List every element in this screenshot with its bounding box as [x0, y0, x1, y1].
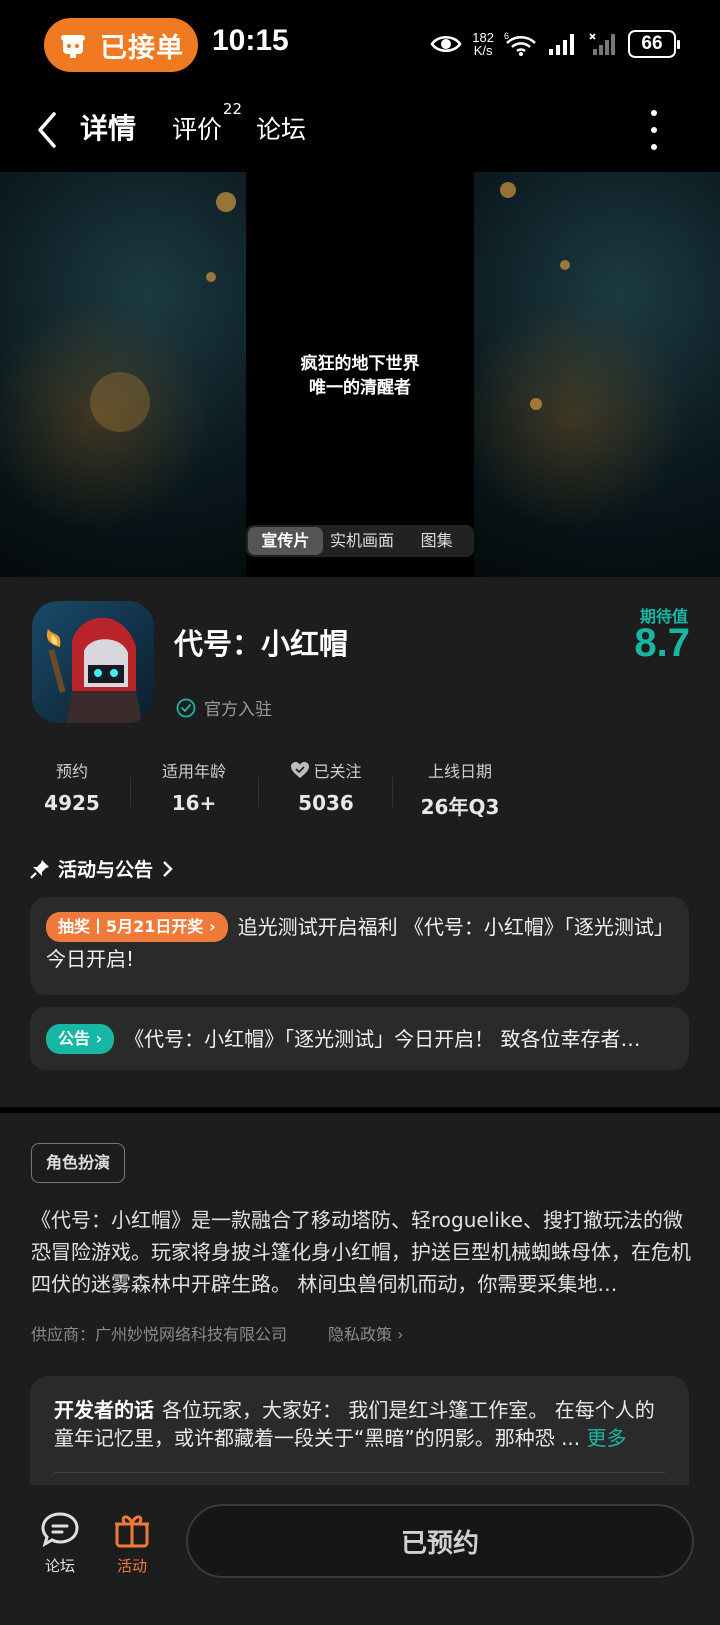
stat-value: 16+ — [171, 791, 217, 815]
game-title: 代号：小红帽 — [174, 627, 349, 661]
announcement-card-notice[interactable]: 公告 › 《代号：小红帽》「逐光测试」今日开启！ 致各位幸存者… — [30, 1007, 689, 1070]
announcements-title: 活动与公告 — [58, 859, 154, 881]
signal-icon — [549, 34, 574, 55]
privacy-policy-link[interactable]: 隐私政策 › — [328, 1321, 404, 1345]
stat-release-date: 上线日期 26年Q3 — [400, 759, 520, 820]
stat-label: 适用年龄 — [161, 762, 226, 781]
chevron-right-icon: › — [397, 1325, 404, 1344]
announcements-header[interactable]: 活动与公告 — [30, 855, 175, 882]
activity-label: 活动 — [116, 1557, 147, 1575]
top-nav: 详情 评价 22 论坛 — [0, 88, 720, 172]
forum-icon — [41, 1512, 79, 1548]
official-label: 官方入驻 — [204, 700, 272, 720]
chevron-right-icon — [163, 860, 173, 877]
review-count: 22 — [222, 100, 243, 118]
tab-details-label: 详情 — [80, 112, 137, 145]
expect-score: 8.7 — [634, 621, 690, 665]
activity-button[interactable]: 活动 — [102, 1511, 162, 1576]
media-tab-gallery[interactable]: 图集 — [399, 527, 474, 555]
genre-tag[interactable]: 角色扮演 — [31, 1143, 126, 1183]
media-tab-trailer[interactable]: 宣传片 — [248, 527, 323, 555]
verified-check-icon — [176, 698, 196, 717]
reserved-button[interactable]: 已预约 — [186, 1504, 694, 1578]
slogan-line-2: 唯一的清醒者 — [309, 378, 411, 398]
stat-reservations: 预约 4925 — [12, 759, 132, 815]
game-info-panel: 代号：小红帽 官方入驻 期待值 8.7 预约 4925 适用年龄 16+ 已关注 — [0, 577, 720, 1107]
net-speed: 182 K/s — [472, 31, 494, 57]
eye-icon — [430, 36, 462, 52]
bottom-action-bar: 论坛 活动 已预约 — [0, 1485, 720, 1625]
media-tabs: 宣传片 实机画面 图集 — [246, 525, 474, 557]
status-bar: 已接单 10:15 182 K/s 6 66 — [0, 0, 720, 88]
tab-forum[interactable]: 论坛 — [256, 110, 306, 146]
game-stats: 预约 4925 适用年龄 16+ 已关注 5036 上线日期 26年Q3 — [30, 759, 510, 823]
announcement-card-lottery[interactable]: 抽奖丨5月21日开奖 › 追光测试开启福利 《代号：小红帽》「逐光测试」今日开启! — [30, 897, 689, 995]
slogan-line-1: 疯狂的地下世界 — [300, 354, 420, 374]
robot-icon — [61, 35, 85, 58]
media-banner[interactable]: 疯狂的地下世界 唯一的清醒者 宣传片 实机画面 图集 — [0, 172, 720, 577]
back-icon[interactable] — [30, 108, 66, 152]
battery-icon: 66 — [628, 30, 680, 58]
wifi-icon: 6 — [504, 31, 536, 56]
stat-value: 4925 — [44, 791, 100, 815]
privacy-policy-label: 隐私政策 — [328, 1325, 393, 1344]
forum-label: 论坛 — [44, 1557, 75, 1575]
forum-button[interactable]: 论坛 — [30, 1511, 90, 1576]
more-menu-icon[interactable] — [648, 110, 660, 150]
media-tab-gameplay[interactable]: 实机画面 — [325, 527, 400, 555]
stat-followed[interactable]: 已关注 5036 — [266, 759, 386, 815]
divider-line — [54, 1472, 665, 1473]
pin-icon — [30, 859, 49, 879]
tab-forum-label: 论坛 — [256, 115, 307, 144]
order-status-pill[interactable]: 已接单 — [44, 18, 198, 72]
video-slogan: 疯狂的地下世界 唯一的清醒者 — [246, 352, 474, 400]
lottery-badge-label: 抽奖丨5月21日开奖 — [58, 917, 204, 936]
stat-label: 已关注 — [266, 759, 386, 781]
stat-value: 26年Q3 — [420, 795, 500, 819]
lottery-badge: 抽奖丨5月21日开奖 › — [46, 912, 228, 942]
notice-text: 《代号：小红帽》「逐光测试」今日开启！ 致各位幸存者… — [124, 1027, 641, 1051]
stat-age: 适用年龄 16+ — [134, 759, 254, 815]
order-status-label: 已接单 — [100, 32, 184, 64]
stat-label: 上线日期 — [427, 762, 492, 781]
description-panel: 角色扮演 《代号：小红帽》是一款融合了移动塔防、轻roguelike、搜打撤玩法… — [0, 1113, 720, 1485]
heart-icon — [291, 762, 310, 778]
tab-reviews-label: 评价 — [172, 115, 223, 144]
official-badge: 官方入驻 — [176, 695, 272, 720]
media-right-preview — [474, 172, 720, 577]
game-description[interactable]: 《代号：小红帽》是一款融合了移动塔防、轻roguelike、搜打撤玩法的微恐冒险… — [31, 1204, 691, 1300]
clock: 10:15 — [212, 24, 289, 57]
notice-badge: 公告 › — [46, 1024, 115, 1054]
gift-icon — [115, 1515, 149, 1548]
stat-label: 预约 — [55, 762, 88, 781]
developer-note-more[interactable]: 更多 — [587, 1426, 627, 1450]
stat-value: 5036 — [298, 791, 354, 815]
developer-note-title: 开发者的话 — [54, 1398, 154, 1422]
tab-reviews[interactable]: 评价 22 — [172, 100, 242, 146]
game-icon[interactable] — [32, 601, 154, 723]
tab-details[interactable]: 详情 — [80, 107, 137, 147]
net-speed-unit: K/s — [473, 43, 493, 58]
wifi-badge: 6 — [504, 31, 509, 41]
supplier-info: 供应商：广州妙悦网络科技有限公司 — [31, 1325, 288, 1344]
notice-badge-label: 公告 — [58, 1029, 91, 1048]
signal-empty-icon — [589, 33, 615, 55]
developer-note-card[interactable]: 开发者的话 各位玩家，大家好： 我们是红斗篷工作室。 在每个人的童年记忆里，或许都… — [30, 1376, 689, 1485]
stat-label-text: 已关注 — [313, 762, 362, 781]
status-icons: 182 K/s 6 66 — [430, 26, 680, 62]
